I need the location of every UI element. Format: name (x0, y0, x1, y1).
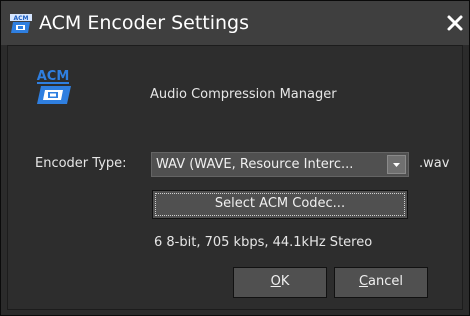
svg-text:ACM: ACM (13, 15, 28, 22)
subtitle-text: Audio Compression Manager (150, 87, 337, 102)
acm-logo-text: ACM (37, 69, 70, 84)
ok-button[interactable]: OK (233, 267, 327, 298)
select-acm-codec-button[interactable]: Select ACM Codec... (152, 190, 408, 219)
cancel-button[interactable]: Cancel (334, 267, 428, 298)
file-extension-label: .wav (419, 156, 450, 171)
chevron-down-icon[interactable] (387, 155, 406, 174)
acm-app-icon: ACM (10, 14, 32, 34)
dialog-window: ACM ACM Encoder Settings ACM Audio Compr… (0, 0, 470, 316)
close-icon[interactable] (445, 13, 465, 33)
format-info-text: 6 8-bit, 705 kbps, 44.1kHz Stereo (154, 235, 373, 250)
acm-logo-icon: ACM (33, 68, 75, 108)
window-title: ACM Encoder Settings (39, 12, 250, 34)
encoder-type-dropdown[interactable]: WAV (WAVE, Resource Interc... (151, 152, 409, 177)
cancel-label-rest: ancel (368, 274, 404, 289)
encoder-type-label: Encoder Type: (35, 156, 127, 171)
ok-accelerator: O (270, 274, 281, 289)
ok-label-rest: K (280, 274, 290, 289)
encoder-type-value: WAV (WAVE, Resource Interc... (156, 157, 354, 172)
cancel-accelerator: C (358, 274, 369, 289)
title-bar[interactable]: ACM ACM Encoder Settings (1, 1, 469, 45)
